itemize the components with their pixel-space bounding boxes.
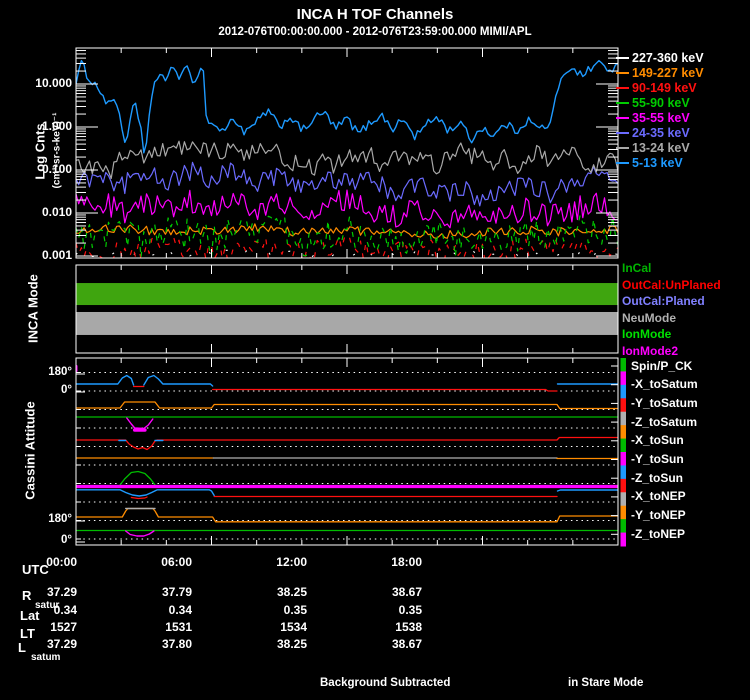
attitude-legend-item: -Y_toSatum <box>631 396 698 410</box>
attitude-legend-item: -Z_toSatum <box>631 415 697 429</box>
footer-background-subtracted: Background Subtracted <box>320 677 450 689</box>
table-cell-r-1: 37.79 <box>120 585 192 599</box>
table-cell-l-2: 38.25 <box>235 637 307 651</box>
attitude-ytick-label: 0° <box>2 384 72 396</box>
panel-border <box>76 265 618 353</box>
attitude-color-strip-segment <box>621 439 627 453</box>
mode-legend-item: IonMode2 <box>622 344 678 358</box>
table-cell-lat-2: 0.35 <box>235 603 307 617</box>
table-cell-r-2: 38.25 <box>235 585 307 599</box>
table-cell-lt-3: 1538 <box>350 620 422 634</box>
attitude-legend-item: -X_toNEP <box>631 489 686 503</box>
top-ytick-label: 0.001 <box>2 248 72 262</box>
top-ytick-label: 10.000 <box>2 76 72 90</box>
attitude-color-strip-segment <box>621 519 627 533</box>
attitude-trace-blue-4-left <box>76 490 214 496</box>
energy-legend-item: 227-360 keV <box>632 51 704 65</box>
attitude-trace-green-hump <box>120 472 155 486</box>
energy-legend-item: 24-35 keV <box>632 126 690 140</box>
attitude-legend-item: Spin/P_CK <box>631 359 692 373</box>
table-cell-r-0: 37.29 <box>5 585 77 599</box>
attitude-color-strip-segment <box>621 398 627 412</box>
attitude-ytick-label: 180° <box>2 366 72 378</box>
attitude-trace-orange-5 <box>76 509 618 522</box>
table-cell-l-3: 38.67 <box>350 637 422 651</box>
top-ytick-label: 0.010 <box>2 205 72 219</box>
energy-legend-item: 13-24 keV <box>632 141 690 155</box>
energy-legend-item: 35-55 keV <box>632 111 690 125</box>
attitude-legend-item: -Y_toNEP <box>631 508 686 522</box>
table-cell-lat-3: 0.35 <box>350 603 422 617</box>
footer-stare-mode: in Stare Mode <box>568 677 643 689</box>
attitude-legend-item: -X_toSatum <box>631 377 698 391</box>
attitude-legend-item: -Z_toSun <box>631 471 683 485</box>
attitude-trace-blue-4-right <box>558 490 619 491</box>
attitude-color-strip-segment <box>621 371 627 385</box>
attitude-trace-orange-1 <box>76 402 618 409</box>
attitude-color-strip-segment <box>621 533 627 547</box>
attitude-trace-red-2 <box>76 438 618 450</box>
table-cell-lat-1: 0.34 <box>120 603 192 617</box>
attitude-legend-item: -X_toSun <box>631 433 684 447</box>
mode-legend-item: InCal <box>622 261 651 275</box>
table-cell-lt-0: 1527 <box>5 620 77 634</box>
table-cell-utc-3: 18:00 <box>350 555 422 569</box>
attitude-legend-item: -Y_toSun <box>631 452 684 466</box>
top-ytick-label: 0.100 <box>2 162 72 176</box>
mode-legend-item: OutCal:UnPlaned <box>622 278 721 292</box>
table-cell-utc-0: 00:00 <box>5 555 77 569</box>
mode-bar-NeuMode <box>76 312 618 335</box>
attitude-legend-item: -Z_toNEP <box>631 527 685 541</box>
energy-legend-item: 149-227 keV <box>632 66 704 80</box>
mode-legend-item: IonMode <box>622 327 671 341</box>
attitude-color-strip-segment <box>621 385 627 399</box>
attitude-color-strip-segment <box>621 412 627 426</box>
table-cell-lt-1: 1531 <box>120 620 192 634</box>
attitude-trace-magenta-dip-1 <box>127 418 153 429</box>
attitude-ytick-label: 0° <box>2 534 72 546</box>
energy-legend-item: 90-149 keV <box>632 81 697 95</box>
attitude-trace-blue-sat-left <box>76 376 134 386</box>
top-ytick-label: 1.000 <box>2 119 72 133</box>
attitude-color-strip-segment <box>621 465 627 479</box>
table-cell-lat-0: 0.34 <box>5 603 77 617</box>
attitude-trace-blue-sat-left2 <box>144 376 213 387</box>
page-subtitle: 2012-076T00:00:00.000 - 2012-076T23:59:0… <box>0 26 750 38</box>
energy-legend-item: 55-90 keV <box>632 96 690 110</box>
attitude-color-strip-segment <box>621 452 627 466</box>
series-13-24-keV <box>76 141 618 178</box>
series-5-13-keV <box>76 61 618 153</box>
table-row-label-subscript: satum <box>31 652 60 663</box>
plot-page: INCA H TOF Channels 2012-076T00:00:00.00… <box>0 0 750 700</box>
attitude-ytick-label: 180° <box>2 513 72 525</box>
attitude-color-strip-segment <box>621 479 627 493</box>
attitude-color-strip-segment <box>621 425 627 439</box>
page-title: INCA H TOF Channels <box>0 6 750 23</box>
attitude-color-strip-segment <box>621 492 627 506</box>
table-cell-lt-2: 1534 <box>235 620 307 634</box>
attitude-color-strip-segment <box>621 358 627 372</box>
table-cell-utc-2: 12:00 <box>235 555 307 569</box>
table-cell-l-0: 37.29 <box>5 637 77 651</box>
table-cell-r-3: 38.67 <box>350 585 422 599</box>
energy-legend-item: 5-13 keV <box>632 156 683 170</box>
table-cell-l-1: 37.80 <box>120 637 192 651</box>
mode-legend-item: NeuMode <box>622 311 676 325</box>
attitude-color-strip-segment <box>621 506 627 520</box>
mode-legend-item: OutCal:Planed <box>622 294 705 308</box>
table-cell-utc-1: 06:00 <box>120 555 192 569</box>
mode-bar-IonMode <box>76 283 618 305</box>
attitude-trace-magenta-dip-6 <box>126 531 154 536</box>
attitude-trace-red-4-cup <box>131 497 147 499</box>
panel-border <box>76 358 618 545</box>
